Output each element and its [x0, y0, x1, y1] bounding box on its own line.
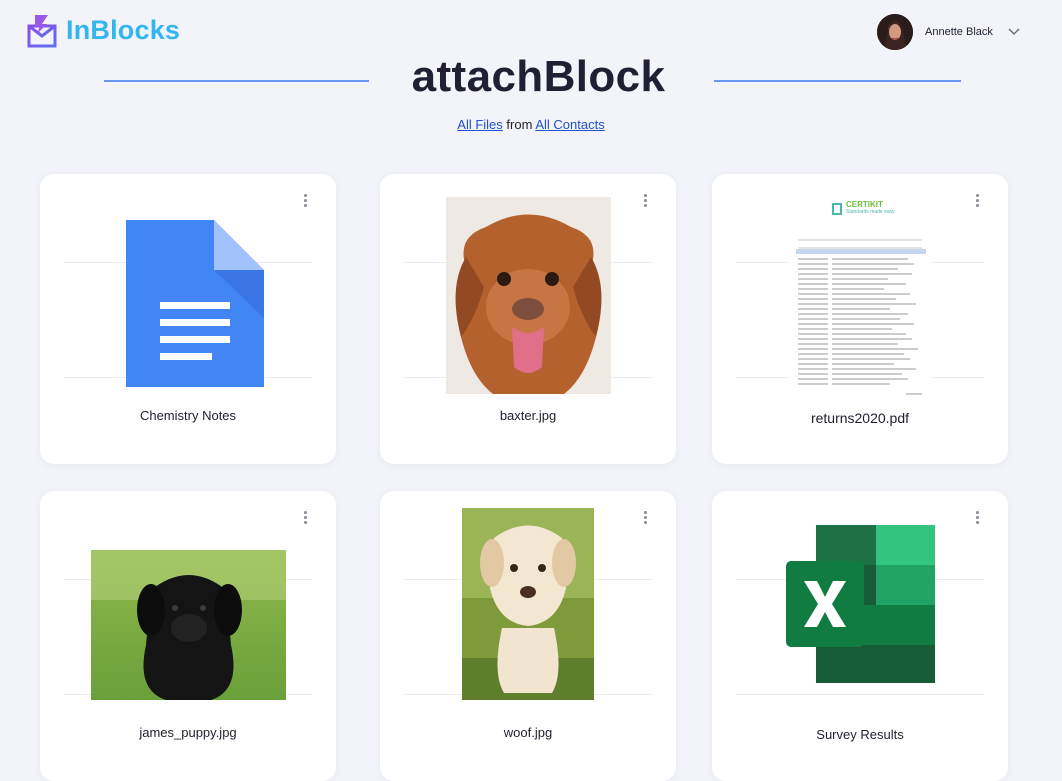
file-name: james_puppy.jpg	[139, 725, 237, 740]
puppy-photo	[91, 550, 286, 700]
dog-photo	[446, 197, 611, 394]
user-avatar-icon	[877, 14, 913, 50]
file-name: woof.jpg	[503, 725, 553, 740]
excel-icon	[786, 525, 935, 683]
file-name: Survey Results	[816, 727, 904, 742]
file-card[interactable]: CERTIKIT Standards made easy returns2020…	[712, 174, 1008, 464]
all-contacts-link[interactable]: All Contacts	[535, 117, 604, 132]
breadcrumb: All Files from All Contacts	[0, 117, 1062, 132]
card-line	[736, 694, 984, 695]
chevron-down-icon[interactable]	[1007, 25, 1021, 39]
avatar[interactable]	[877, 14, 913, 50]
breadcrumb-separator: from	[506, 117, 533, 132]
inblocks-logo-icon	[27, 15, 57, 48]
logo-text: InBlocks	[66, 14, 181, 45]
more-options-icon[interactable]	[974, 511, 980, 525]
pdf-tagline: Standards made easy	[846, 209, 895, 215]
more-options-icon[interactable]	[302, 194, 308, 208]
pdf-page-icon	[796, 203, 926, 395]
pdf-brand: CERTIKIT	[846, 200, 883, 209]
file-card[interactable]: Survey Results	[712, 491, 1008, 781]
file-card[interactable]: Chemistry Notes	[40, 174, 336, 464]
app-logo[interactable]: InBlocks	[26, 12, 180, 48]
user-name: Annette Black	[925, 26, 993, 38]
puppy-photo	[462, 508, 594, 700]
file-card[interactable]: baxter.jpg	[380, 174, 676, 464]
pdf-document-preview: CERTIKIT Standards made easy	[788, 196, 932, 400]
more-options-icon[interactable]	[302, 511, 308, 525]
google-docs-icon	[126, 220, 264, 387]
user-menu[interactable]: Annette Black	[877, 14, 1021, 50]
all-files-link[interactable]: All Files	[457, 117, 503, 132]
more-options-icon[interactable]	[642, 511, 648, 525]
page-title: attachBlock	[411, 52, 666, 101]
file-card[interactable]: james_puppy.jpg	[40, 491, 336, 781]
file-name: Chemistry Notes	[139, 408, 237, 423]
file-name: baxter.jpg	[499, 408, 557, 423]
more-options-icon[interactable]	[642, 194, 648, 208]
file-card[interactable]: woof.jpg	[380, 491, 676, 781]
more-options-icon[interactable]	[974, 194, 980, 208]
file-name: returns2020.pdf	[810, 410, 910, 426]
